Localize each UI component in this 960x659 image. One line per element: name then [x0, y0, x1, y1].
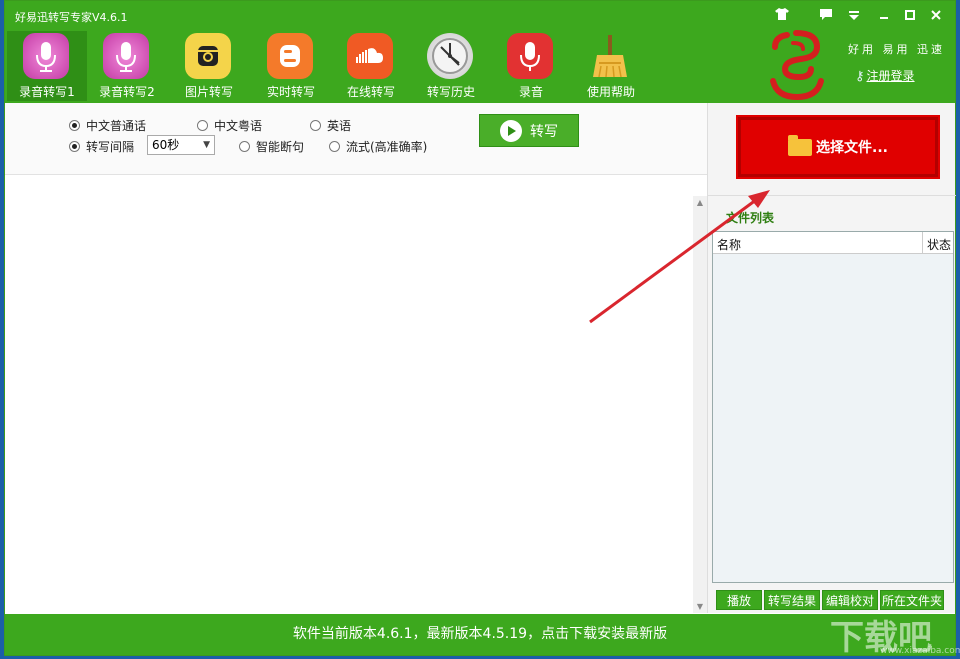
tool-label: 使用帮助: [586, 85, 635, 99]
radio-label: 英语: [327, 119, 352, 133]
clock-icon: [427, 33, 473, 79]
open-folder-button[interactable]: 所在文件夹: [880, 590, 944, 610]
status-bar[interactable]: 软件当前版本4.6.1，最新版本4.5.19，点击下载安装最新版: [5, 614, 955, 655]
minimize-icon[interactable]: [875, 8, 893, 24]
app-window: 好易迅转写专家V4.6.1 录音转写1 录音转写2 图片转写 实时转写 在线转写…: [4, 0, 956, 656]
play-icon: [500, 119, 522, 142]
right-panel: 选择文件... 文件列表 名称 状态 播放 转写结果 编辑校对 所在文件夹: [707, 103, 956, 613]
scroll-up-icon[interactable]: ▲: [693, 198, 707, 207]
key-icon: ⚷: [855, 69, 865, 84]
select-file-label: 选择文件...: [816, 140, 888, 156]
cloud-icon: [347, 33, 393, 79]
tool-label: 转写历史: [426, 85, 475, 99]
microphone-icon: [23, 33, 69, 79]
dropdown-icon[interactable]: [845, 8, 863, 24]
maximize-icon[interactable]: [901, 8, 919, 24]
tool-label: 在线转写: [346, 85, 395, 99]
interval-value: 60秒: [152, 138, 180, 152]
radio-unchecked-icon: [310, 120, 321, 131]
radio-stream[interactable]: 流式(高准确率): [329, 138, 427, 155]
radio-mandarin[interactable]: 中文普通话: [69, 117, 146, 134]
tool-realtime-transcribe[interactable]: 实时转写: [251, 31, 331, 101]
watermark-url: www.xiazaiba.com: [880, 646, 960, 656]
radio-label: 转写间隔: [86, 140, 135, 154]
interval-select[interactable]: 60秒 ▼: [147, 135, 215, 155]
radio-unchecked-icon: [197, 120, 208, 131]
tool-label: 录音转写1: [19, 85, 75, 99]
shirt-icon[interactable]: [773, 8, 791, 24]
column-name[interactable]: 名称: [717, 236, 741, 253]
options-panel: 中文普通话 中文粤语 英语 转写间隔 60秒 ▼ 智能断句 流式(高准确率) 转写: [5, 103, 707, 175]
transcribe-result-button[interactable]: 转写结果: [764, 590, 820, 610]
close-icon[interactable]: [927, 8, 945, 24]
camera-icon: [185, 33, 231, 79]
column-status[interactable]: 状态: [927, 236, 951, 253]
chat-icon[interactable]: [817, 8, 835, 24]
radio-cantonese[interactable]: 中文粤语: [197, 117, 262, 134]
edit-proofread-button[interactable]: 编辑校对: [822, 590, 878, 610]
tool-online-transcribe[interactable]: 在线转写: [331, 31, 411, 101]
register-login-link[interactable]: ⚷ 注册登录: [855, 67, 915, 84]
play-button[interactable]: 播放: [716, 590, 762, 610]
radio-label: 中文普通话: [86, 119, 147, 133]
broom-icon: [587, 33, 633, 79]
tool-image-transcribe[interactable]: 图片转写: [169, 31, 249, 101]
tool-record-transcribe-1[interactable]: 录音转写1: [7, 31, 87, 101]
select-file-button[interactable]: 选择文件...: [738, 117, 938, 177]
brand-slogan: 好用 易用 迅速: [848, 43, 945, 56]
chevron-down-icon: ▼: [203, 140, 210, 150]
blogger-icon: [267, 33, 313, 79]
radio-checked-icon: [69, 120, 80, 131]
brand-logo: [765, 29, 827, 101]
tool-transcribe-history[interactable]: 转写历史: [411, 31, 491, 101]
radio-label: 中文粤语: [214, 119, 263, 133]
scroll-down-icon[interactable]: ▼: [693, 602, 707, 611]
tool-record[interactable]: 录音: [491, 31, 571, 101]
file-list-title: 文件列表: [726, 211, 775, 225]
radio-label: 流式(高准确率): [346, 140, 428, 154]
radio-smart-break[interactable]: 智能断句: [239, 138, 304, 155]
transcribe-label: 转写: [530, 123, 558, 140]
transcribe-button[interactable]: 转写: [479, 114, 579, 147]
radio-checked-icon: [69, 141, 80, 152]
tool-label: 录音: [518, 85, 543, 99]
tool-help[interactable]: 使用帮助: [571, 31, 651, 101]
radio-english[interactable]: 英语: [310, 117, 351, 134]
vertical-scrollbar[interactable]: ▲ ▼: [693, 196, 707, 613]
microphone-icon: [103, 33, 149, 79]
radio-interval[interactable]: 转写间隔: [69, 138, 134, 155]
divider: [708, 195, 956, 196]
radio-label: 智能断句: [256, 140, 305, 154]
header: 好易迅转写专家V4.6.1 录音转写1 录音转写2 图片转写 实时转写 在线转写…: [5, 1, 955, 103]
file-list-header: 名称 状态: [713, 232, 953, 254]
tool-label: 录音转写2: [99, 85, 155, 99]
column-divider: [922, 232, 923, 254]
folder-icon: [788, 134, 813, 156]
register-login-label: 注册登录: [866, 69, 915, 83]
tool-label: 实时转写: [266, 85, 315, 99]
mic-red-icon: [507, 33, 553, 79]
transcript-area[interactable]: [5, 176, 691, 613]
tool-record-transcribe-2[interactable]: 录音转写2: [87, 31, 167, 101]
file-list[interactable]: 名称 状态: [712, 231, 954, 583]
radio-unchecked-icon: [239, 141, 250, 152]
window-title: 好易迅转写专家V4.6.1: [15, 11, 128, 24]
radio-unchecked-icon: [329, 141, 340, 152]
tool-label: 图片转写: [184, 85, 233, 99]
